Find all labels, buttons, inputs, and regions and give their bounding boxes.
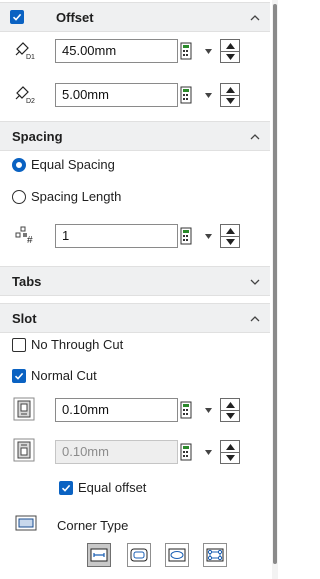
- slot-group-header[interactable]: Slot: [0, 303, 270, 333]
- distance-d1-icon: D1: [15, 42, 35, 61]
- slot-offset1-input[interactable]: 0.10mm: [55, 398, 178, 422]
- caret-down-icon[interactable]: [205, 450, 212, 455]
- instances-spinner[interactable]: [180, 224, 245, 248]
- instance-count-icon: #: [15, 226, 33, 245]
- spin-up-icon[interactable]: [226, 402, 235, 408]
- slot-offset2-spinner[interactable]: [180, 440, 245, 464]
- chevron-down-icon[interactable]: [248, 275, 262, 289]
- spin-buttons[interactable]: [220, 224, 240, 248]
- spin-up-icon[interactable]: [226, 43, 235, 49]
- slot-title: Slot: [12, 311, 37, 326]
- chevron-up-icon[interactable]: [248, 130, 262, 144]
- spacing-title: Spacing: [12, 129, 63, 144]
- spin-down-icon[interactable]: [226, 54, 235, 60]
- spin-buttons[interactable]: [220, 398, 240, 422]
- no-through-cut-label[interactable]: No Through Cut: [31, 337, 123, 352]
- spin-up-icon[interactable]: [226, 444, 235, 450]
- equation-icon[interactable]: [180, 86, 202, 104]
- equation-icon[interactable]: [180, 443, 202, 461]
- corner-type-rectangular-button[interactable]: [87, 543, 111, 567]
- offset-d1-spinner[interactable]: [180, 39, 245, 63]
- spin-down-icon[interactable]: [226, 239, 235, 245]
- svg-text:D1: D1: [26, 54, 35, 61]
- spacing-length-radio[interactable]: [12, 190, 26, 204]
- spin-down-icon[interactable]: [226, 98, 235, 104]
- slot-offset-2-icon: [13, 438, 35, 462]
- spin-up-icon[interactable]: [226, 87, 235, 93]
- equal-offset-label[interactable]: Equal offset: [78, 480, 146, 495]
- spacing-length-label[interactable]: Spacing Length: [31, 189, 121, 204]
- caret-down-icon[interactable]: [205, 234, 212, 239]
- offset-title: Offset: [56, 10, 94, 25]
- spin-buttons[interactable]: [220, 440, 240, 464]
- slot-offset1-spinner[interactable]: [180, 398, 245, 422]
- scrollbar-thumb[interactable]: [273, 4, 277, 564]
- rectangular-corner-icon: [90, 548, 108, 562]
- spin-up-icon[interactable]: [226, 228, 235, 234]
- equation-icon[interactable]: [180, 42, 202, 60]
- corner-type-rounded-button[interactable]: [127, 543, 151, 567]
- tabs-title: Tabs: [12, 274, 42, 289]
- corner-type-label: Corner Type: [57, 518, 129, 533]
- offset-d1-input[interactable]: 45.00mm: [55, 39, 178, 63]
- offset-group-header[interactable]: Offset: [0, 2, 270, 32]
- equal-offset-checkbox[interactable]: [59, 481, 73, 495]
- offset-d2-spinner[interactable]: [180, 83, 245, 107]
- corner-type-relief-button[interactable]: [203, 543, 227, 567]
- tabs-group-header[interactable]: Tabs: [0, 266, 270, 296]
- equal-spacing-radio[interactable]: [12, 158, 26, 172]
- normal-cut-label[interactable]: Normal Cut: [31, 368, 97, 383]
- caret-down-icon[interactable]: [205, 93, 212, 98]
- equation-icon[interactable]: [180, 401, 202, 419]
- distance-d2-icon: D2: [15, 86, 35, 105]
- svg-text:#: #: [27, 235, 33, 245]
- slot-offset-icon: [13, 397, 35, 421]
- svg-text:D2: D2: [26, 98, 35, 105]
- chevron-up-icon[interactable]: [248, 11, 262, 25]
- spacing-group-header[interactable]: Spacing: [0, 121, 270, 151]
- capsule-corner-icon: [168, 548, 186, 562]
- rounded-corner-icon: [130, 548, 148, 562]
- property-manager-panel: Offset D1 45.00mm D2 5.00mm Spacing Equa…: [0, 0, 276, 579]
- corner-type-capsule-button[interactable]: [165, 543, 189, 567]
- no-through-cut-checkbox[interactable]: [12, 338, 26, 352]
- spin-down-icon[interactable]: [226, 413, 235, 419]
- spin-buttons[interactable]: [220, 83, 240, 107]
- offset-d2-input[interactable]: 5.00mm: [55, 83, 178, 107]
- normal-cut-checkbox[interactable]: [12, 369, 26, 383]
- equation-icon[interactable]: [180, 227, 202, 245]
- caret-down-icon[interactable]: [205, 408, 212, 413]
- equal-spacing-label[interactable]: Equal Spacing: [31, 157, 115, 172]
- offset-checkbox[interactable]: [10, 10, 24, 24]
- spin-buttons[interactable]: [220, 39, 240, 63]
- chevron-up-icon[interactable]: [248, 312, 262, 326]
- relief-corner-icon: [206, 548, 224, 562]
- slot-offset2-input: 0.10mm: [55, 440, 178, 464]
- instances-input[interactable]: 1: [55, 224, 178, 248]
- caret-down-icon[interactable]: [205, 49, 212, 54]
- spin-down-icon[interactable]: [226, 455, 235, 461]
- corner-type-icon: [15, 515, 37, 531]
- vertical-scrollbar[interactable]: [272, 0, 278, 579]
